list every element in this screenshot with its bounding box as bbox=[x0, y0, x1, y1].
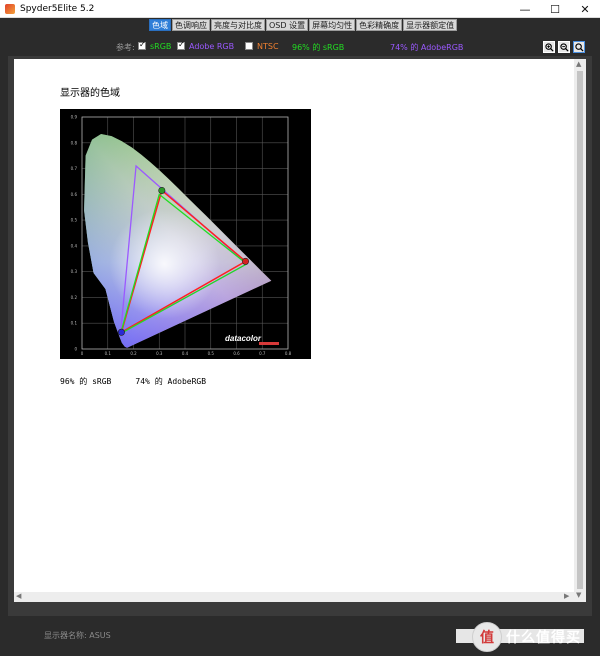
gamut-chart: 0 0.1 0.2 0.3 0.4 0.5 0.6 0.7 0.8 0.9 0.8 0.7 0.6 0.5… bbox=[71, 115, 292, 357]
app-icon bbox=[5, 3, 15, 14]
y-tick-label: 0.9 bbox=[71, 115, 78, 120]
y-tick-label: 0.7 bbox=[71, 166, 78, 171]
tab-bar: 色域 色调响应 亮度与对比度 OSD 设置 屏幕均匀性 色彩精确度 显示器额定值 bbox=[0, 18, 600, 32]
vertical-scroll-thumb[interactable] bbox=[577, 71, 583, 589]
scroll-right-icon[interactable]: ▶ bbox=[564, 592, 569, 600]
x-tick-label: 0.6 bbox=[233, 351, 240, 356]
reference-options-bar: 参考: sRGB Adobe RGB NTSC 96% 的 sRGB 74% 的… bbox=[0, 38, 600, 58]
scroll-left-icon[interactable]: ◀ bbox=[16, 592, 21, 600]
y-tick-label: 0.4 bbox=[71, 243, 78, 248]
tab-gamut[interactable]: 色域 bbox=[149, 19, 171, 31]
close-button[interactable]: ✕ bbox=[570, 0, 600, 18]
x-tick-label: 0.7 bbox=[259, 351, 266, 356]
adobergb-label: Adobe RGB bbox=[189, 42, 235, 51]
zoom-fit-icon[interactable] bbox=[573, 41, 585, 53]
srgb-checkbox[interactable] bbox=[138, 40, 146, 50]
zoom-out-icon[interactable] bbox=[558, 41, 570, 53]
gamut-result: 96% 的 sRGB 74% 的 AdobeRGB bbox=[60, 377, 207, 386]
ntsc-label: NTSC bbox=[257, 42, 279, 51]
scroll-up-icon[interactable]: ▲ bbox=[576, 60, 581, 68]
horizontal-scrollbar[interactable]: ◀ ▶ bbox=[14, 592, 574, 602]
spectral-locus bbox=[84, 134, 272, 348]
y-tick-label: 0 bbox=[74, 347, 77, 352]
tab-tone-response[interactable]: 色调响应 bbox=[172, 19, 210, 31]
srgb-label: sRGB bbox=[150, 42, 172, 51]
adobergb-coverage: 74% 的 AdobeRGB bbox=[390, 43, 464, 52]
primary-marker bbox=[242, 257, 250, 265]
y-tick-label: 0.3 bbox=[71, 269, 78, 274]
x-tick-label: 0 bbox=[81, 351, 84, 356]
tab-color-accuracy[interactable]: 色彩精确度 bbox=[356, 19, 403, 31]
y-tick-label: 0.8 bbox=[71, 140, 78, 145]
x-tick-label: 0.8 bbox=[285, 351, 292, 356]
logo-bar bbox=[259, 342, 279, 345]
display-name-label: 显示器名称: ASUS bbox=[44, 631, 111, 640]
y-tick-label: 0.1 bbox=[71, 321, 78, 326]
x-tick-label: 0.4 bbox=[182, 351, 189, 356]
vertical-scrollbar[interactable]: ▲ ▼ bbox=[574, 59, 586, 602]
tab-osd-settings[interactable]: OSD 设置 bbox=[266, 19, 309, 31]
x-tick-label: 0.3 bbox=[156, 351, 163, 356]
gamut-diagram: 0 0.1 0.2 0.3 0.4 0.5 0.6 0.7 0.8 0.9 0.8 0.7 0.6 0.5… bbox=[60, 109, 311, 359]
primary-marker bbox=[158, 186, 166, 194]
primary-marker bbox=[117, 328, 125, 336]
y-tick-label: 0.2 bbox=[71, 295, 78, 300]
report-title: 显示器的色域 bbox=[60, 88, 120, 99]
y-tick-label: 0.6 bbox=[71, 192, 78, 197]
logo-text: datacolor bbox=[225, 334, 262, 343]
scroll-down-icon[interactable]: ▼ bbox=[576, 591, 581, 599]
window-controls: — ☐ ✕ bbox=[510, 0, 600, 18]
datacolor-logo: datacolor bbox=[225, 334, 279, 345]
tab-brightness-contrast[interactable]: 亮度与对比度 bbox=[211, 19, 265, 31]
reference-label: 参考: bbox=[116, 43, 135, 52]
tab-display-rating[interactable]: 显示器额定值 bbox=[403, 19, 458, 31]
x-tick-label: 0.5 bbox=[208, 351, 215, 356]
ntsc-checkbox[interactable] bbox=[245, 42, 253, 50]
srgb-coverage: 96% 的 sRGB bbox=[292, 43, 345, 52]
window-title: Spyder5Elite 5.2 bbox=[20, 3, 95, 14]
adobergb-checkbox[interactable] bbox=[177, 40, 185, 50]
tab-screen-uniformity[interactable]: 屏幕均匀性 bbox=[309, 19, 356, 31]
zoom-in-icon[interactable] bbox=[543, 41, 555, 53]
watermark-text: 什么值得买 bbox=[506, 630, 581, 646]
x-tick-label: 0.1 bbox=[105, 351, 112, 356]
watermark-logo-icon: 值 bbox=[472, 622, 502, 652]
maximize-button[interactable]: ☐ bbox=[540, 0, 570, 18]
minimize-button[interactable]: — bbox=[510, 0, 540, 18]
y-tick-label: 0.5 bbox=[71, 218, 78, 223]
title-bar: Spyder5Elite 5.2 — ☐ ✕ bbox=[0, 0, 600, 18]
x-tick-label: 0.2 bbox=[130, 351, 137, 356]
